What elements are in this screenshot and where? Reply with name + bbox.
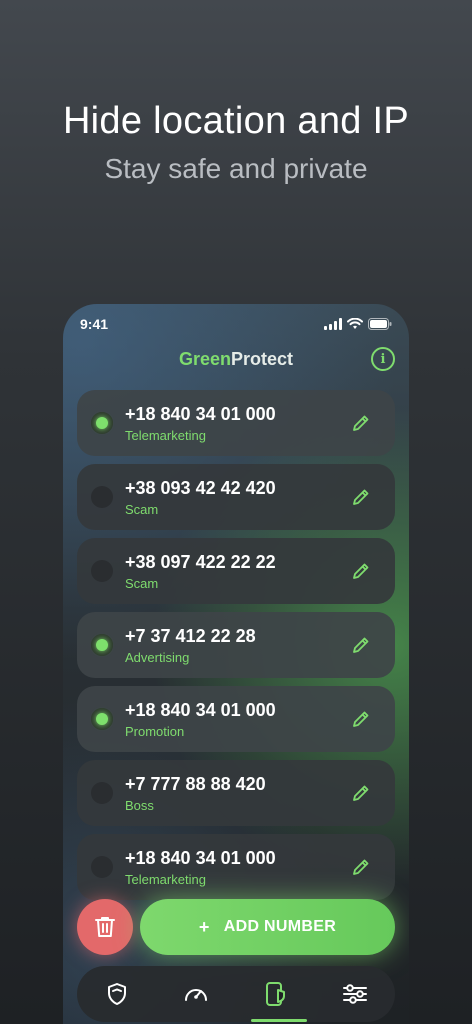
headline: Hide location and IP xyxy=(62,100,410,142)
trash-icon xyxy=(95,917,115,937)
edit-pencil-icon[interactable] xyxy=(351,413,371,433)
app-header: GreenProtect i xyxy=(63,344,409,374)
nav-numbers[interactable] xyxy=(250,966,307,1022)
subline: Stay safe and private xyxy=(104,153,368,184)
phone-number: +7 777 88 88 420 xyxy=(125,774,266,794)
number-label: Telemarketing xyxy=(125,428,206,443)
number-label: Boss xyxy=(125,798,154,813)
number-label: Advertising xyxy=(125,650,190,665)
status-toggle[interactable] xyxy=(91,634,113,656)
edit-pencil-icon[interactable] xyxy=(351,857,371,877)
number-label: Scam xyxy=(125,576,159,591)
nav-protect[interactable] xyxy=(92,966,142,1022)
status-bar: 9:41 xyxy=(80,314,392,334)
status-icons xyxy=(324,318,392,330)
app-logo: GreenProtect xyxy=(179,349,293,370)
phone-shield-icon xyxy=(265,982,285,1006)
bottom-nav xyxy=(77,966,395,1022)
number-label: Scam xyxy=(125,502,159,517)
phone-frame: 9:41 GreenProtect i +18 840 34 01 000 Te… xyxy=(63,304,409,1024)
info-icon[interactable]: i xyxy=(371,347,395,371)
add-number-label: ADD NUMBER xyxy=(223,918,337,935)
delete-button[interactable] xyxy=(77,899,133,955)
edit-pencil-icon[interactable] xyxy=(351,783,371,803)
plus-icon: + xyxy=(198,916,210,937)
status-toggle[interactable] xyxy=(91,560,113,582)
action-row: + ADD NUMBER xyxy=(77,898,395,956)
logo-plain: Protect xyxy=(231,348,294,369)
status-toggle[interactable] xyxy=(91,856,113,878)
edit-pencil-icon[interactable] xyxy=(351,709,371,729)
phone-number: +38 097 422 22 22 xyxy=(125,552,276,572)
number-list: +18 840 34 01 000 Telemarketing +38 093 42… xyxy=(77,390,395,908)
status-toggle[interactable] xyxy=(91,486,113,508)
sliders-icon xyxy=(343,984,368,1004)
edit-pencil-icon[interactable] xyxy=(351,561,371,581)
status-time: 9:41 xyxy=(80,316,109,332)
battery-icon xyxy=(368,318,392,330)
phone-number: +7 37 412 22 28 xyxy=(125,626,256,646)
status-toggle[interactable] xyxy=(91,412,113,434)
speedometer-icon xyxy=(185,989,208,1001)
number-row[interactable]: +18 840 34 01 000 Telemarketing xyxy=(77,834,395,900)
nav-speed[interactable] xyxy=(171,966,221,1022)
number-row[interactable]: +38 097 422 22 22 Scam xyxy=(77,538,395,604)
logo-green: Green xyxy=(178,348,231,369)
status-toggle[interactable] xyxy=(91,708,113,730)
phone-number: +18 840 34 01 000 xyxy=(125,700,276,720)
shield-icon xyxy=(107,983,126,1005)
wifi-icon xyxy=(347,318,363,329)
number-row[interactable]: +18 840 34 01 000 Telemarketing xyxy=(77,390,395,456)
add-number-button[interactable]: + ADD NUMBER xyxy=(140,899,395,955)
phone-number: +18 840 34 01 000 xyxy=(125,848,276,868)
number-label: Telemarketing xyxy=(125,872,206,887)
number-row[interactable]: +18 840 34 01 000 Promotion xyxy=(77,686,395,752)
number-label: Promotion xyxy=(125,724,185,739)
nav-settings[interactable] xyxy=(330,966,380,1022)
phone-number: +18 840 34 01 000 xyxy=(125,404,276,424)
signal-icon xyxy=(324,318,342,330)
edit-pencil-icon[interactable] xyxy=(351,635,371,655)
phone-number: +38 093 42 42 420 xyxy=(125,478,276,498)
number-row[interactable]: +7 37 412 22 28 Advertising xyxy=(77,612,395,678)
number-row[interactable]: +7 777 88 88 420 Boss xyxy=(77,760,395,826)
status-toggle[interactable] xyxy=(91,782,113,804)
number-row[interactable]: +38 093 42 42 420 Scam xyxy=(77,464,395,530)
edit-pencil-icon[interactable] xyxy=(351,487,371,507)
